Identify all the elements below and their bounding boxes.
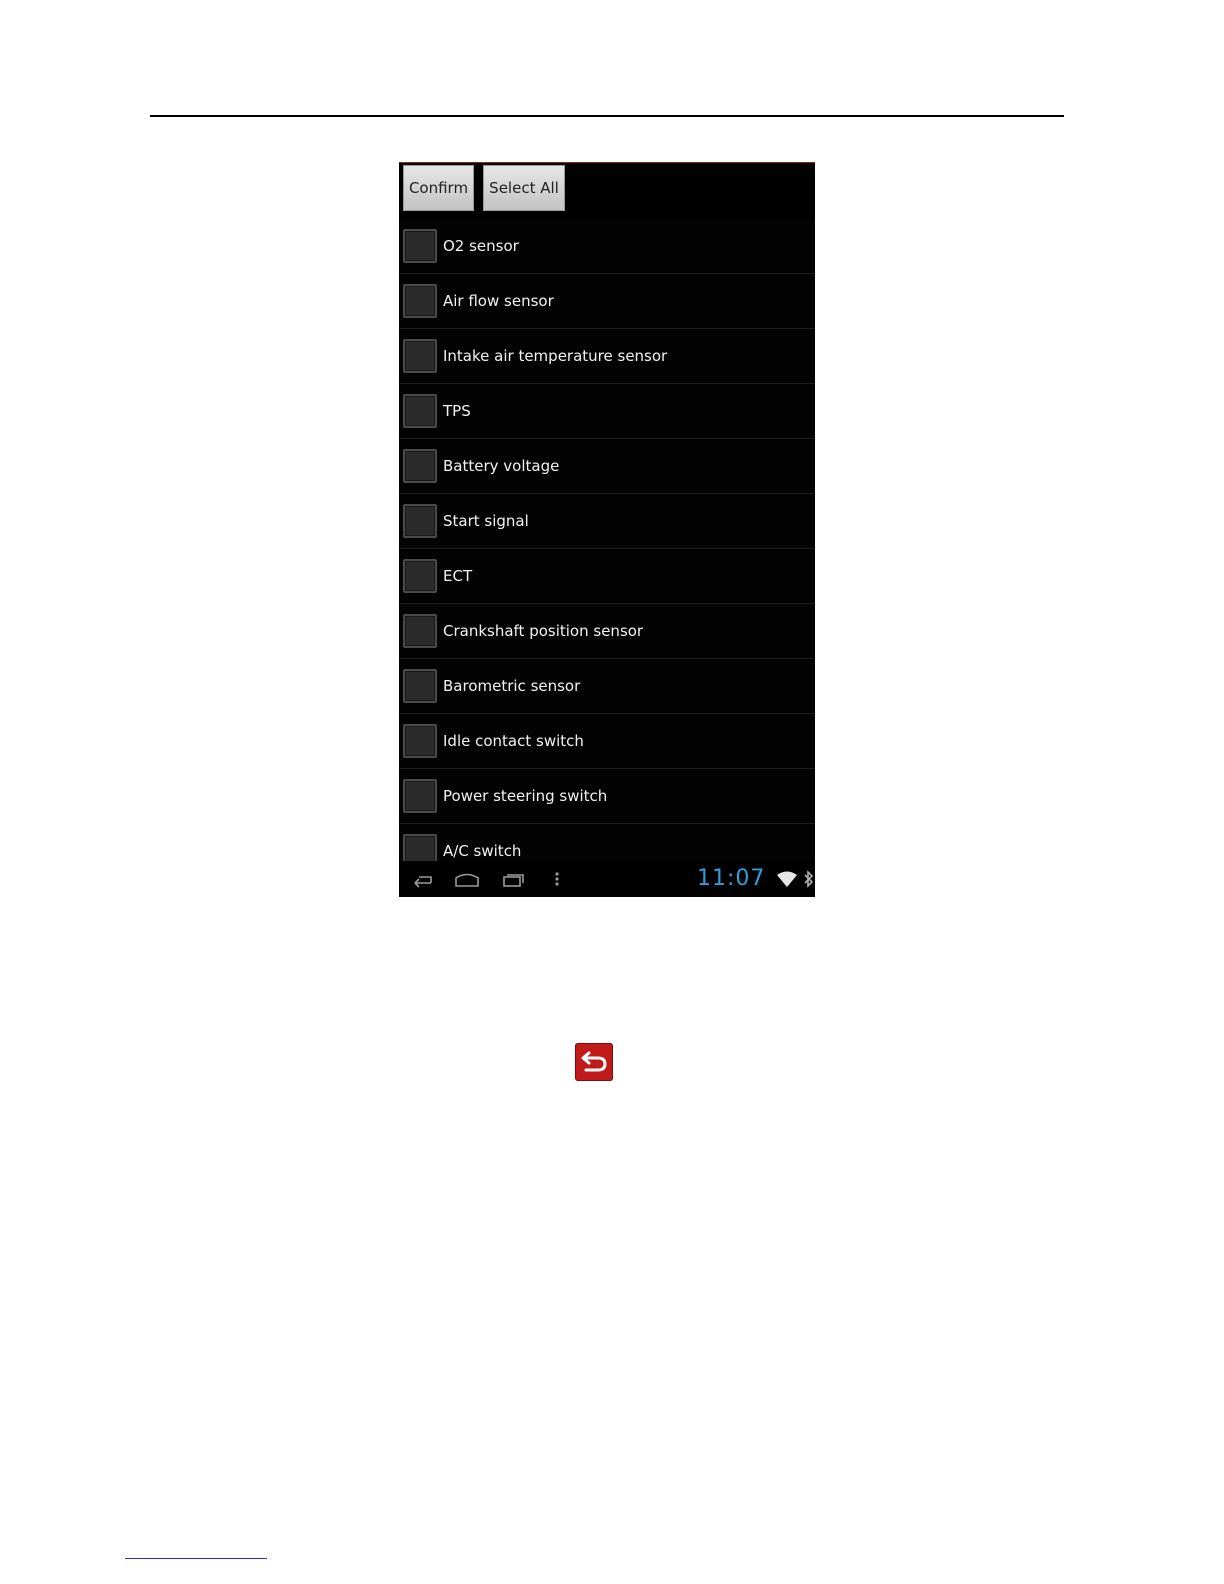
list-item[interactable]: ECT [399, 549, 815, 604]
system-navigation-bar: 11:07 [399, 861, 815, 897]
list-item[interactable]: Barometric sensor [399, 659, 815, 714]
list-item[interactable]: Power steering switch [399, 769, 815, 824]
footer-link-underline[interactable] [125, 1558, 267, 1559]
recent-apps-icon[interactable] [500, 869, 526, 889]
item-checkbox[interactable] [403, 449, 437, 483]
item-checkbox[interactable] [403, 504, 437, 538]
item-checkbox[interactable] [403, 614, 437, 648]
toolbar: Confirm Select All [399, 163, 815, 217]
header-rule [150, 115, 1064, 117]
status-clock: 11:07 [697, 866, 766, 891]
back-icon[interactable] [409, 869, 435, 889]
list-item[interactable]: Start signal [399, 494, 815, 549]
item-label: Power steering switch [443, 787, 608, 805]
item-checkbox[interactable] [403, 724, 437, 758]
item-checkbox[interactable] [403, 339, 437, 373]
item-label: Idle contact switch [443, 732, 584, 750]
item-label: Barometric sensor [443, 677, 581, 695]
list-item[interactable]: TPS [399, 384, 815, 439]
bluetooth-icon [804, 870, 814, 888]
item-label: ECT [443, 567, 473, 585]
item-label: O2 sensor [443, 237, 519, 255]
confirm-button[interactable]: Confirm [403, 165, 474, 211]
list-item[interactable]: Battery voltage [399, 439, 815, 494]
home-icon[interactable] [454, 869, 480, 889]
list-item[interactable]: O2 sensor [399, 219, 815, 274]
item-label: Crankshaft position sensor [443, 622, 644, 640]
item-checkbox[interactable] [403, 559, 437, 593]
item-label: Air flow sensor [443, 292, 554, 310]
item-label: TPS [443, 402, 471, 420]
item-checkbox[interactable] [403, 229, 437, 263]
item-checkbox[interactable] [403, 669, 437, 703]
wifi-icon [777, 871, 797, 887]
phone-screenshot: Confirm Select All O2 sensor Air flow se… [399, 162, 815, 897]
return-button[interactable] [575, 1043, 613, 1081]
menu-dots-icon[interactable] [549, 869, 565, 889]
item-checkbox[interactable] [403, 284, 437, 318]
list-item[interactable]: Intake air temperature sensor [399, 329, 815, 384]
list-item[interactable]: Air flow sensor [399, 274, 815, 329]
list-item[interactable]: A/C switch [399, 824, 815, 861]
item-checkbox[interactable] [403, 394, 437, 428]
item-checkbox[interactable] [403, 779, 437, 813]
sensor-list: O2 sensor Air flow sensor Intake air tem… [399, 219, 815, 861]
item-label: Battery voltage [443, 457, 560, 475]
return-arrow-icon [581, 1051, 607, 1072]
item-label: Intake air temperature sensor [443, 347, 668, 365]
item-label: A/C switch [443, 842, 522, 860]
list-item[interactable]: Crankshaft position sensor [399, 604, 815, 659]
item-label: Start signal [443, 512, 529, 530]
select-all-button[interactable]: Select All [483, 165, 565, 211]
list-item[interactable]: Idle contact switch [399, 714, 815, 769]
item-checkbox[interactable] [403, 834, 437, 861]
